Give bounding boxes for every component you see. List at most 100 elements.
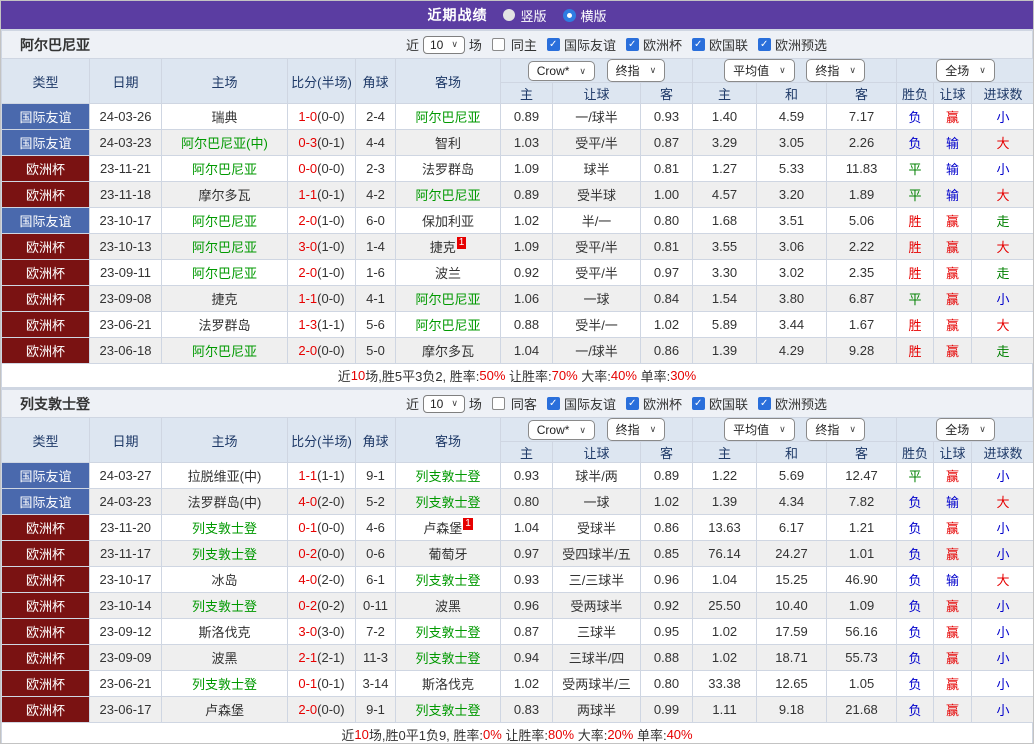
score: 0-3(0-1) <box>288 130 356 156</box>
avg-home: 1.27 <box>693 156 757 182</box>
avg-draw: 4.59 <box>757 104 827 130</box>
result-wdl: 平 <box>897 182 934 208</box>
comp-euroqual-checkbox[interactable] <box>758 397 771 410</box>
team-link: 列支敦士登 <box>415 651 480 666</box>
summary-text: 让胜率: <box>502 725 548 744</box>
avg-home: 1.22 <box>693 463 757 489</box>
home-team: 法罗群岛(中) <box>162 489 288 515</box>
bookmaker-dropdown[interactable]: Crow*∨ <box>528 420 595 440</box>
result-goals: 小 <box>972 541 1033 567</box>
avg-home: 13.63 <box>693 515 757 541</box>
odds-away: 0.86 <box>641 515 693 541</box>
match-type-badge: 国际友谊 <box>2 208 90 234</box>
team-link: 列支敦士登 <box>415 469 480 484</box>
match-type-badge: 欧洲杯 <box>2 156 90 182</box>
handicap-line: 一/球半 <box>553 338 641 364</box>
avg-home: 3.29 <box>693 130 757 156</box>
same-venue-label: 同主 <box>511 35 537 54</box>
comp-friendly-checkbox[interactable] <box>547 397 560 410</box>
corner-score: 4-6 <box>356 515 396 541</box>
corner-score: 0-6 <box>356 541 396 567</box>
comp-nationsleague-label: 欧国联 <box>709 394 748 413</box>
team-link: 法罗群岛(中) <box>188 495 262 510</box>
team-name: 阿尔巴尼亚 <box>2 35 90 55</box>
subcol-handicap: 让球 <box>553 83 641 104</box>
match-date: 23-06-21 <box>90 671 162 697</box>
subcol-handicap-result: 让球 <box>934 442 972 463</box>
handicap-line: 半/一 <box>553 208 641 234</box>
away-team: 列支敦士登 <box>396 645 501 671</box>
summary-text: 场,胜0平1负9, 胜率: <box>369 725 483 744</box>
team-link: 摩尔多瓦 <box>198 188 250 203</box>
odds-home: 0.97 <box>501 541 553 567</box>
col-corner: 角球 <box>356 59 396 104</box>
match-row: 欧洲杯23-06-21列支敦士登0-1(0-1)3-14斯洛伐克1.02受两球半… <box>2 671 1034 697</box>
subcol-avg-away: 客 <box>827 83 897 104</box>
match-row: 欧洲杯23-09-11阿尔巴尼亚2-0(1-0)1-6波兰0.92受平/半0.9… <box>2 260 1034 286</box>
match-type-badge: 欧洲杯 <box>2 338 90 364</box>
comp-friendly-checkbox[interactable] <box>547 38 560 51</box>
home-team: 列支敦士登 <box>162 515 288 541</box>
team-link: 阿尔巴尼亚 <box>192 162 257 177</box>
avg-away: 2.22 <box>827 234 897 260</box>
avg-home: 1.54 <box>693 286 757 312</box>
red-card-badge: 1 <box>457 237 467 249</box>
comp-nationsleague-checkbox[interactable] <box>692 38 705 51</box>
radio-selected-icon <box>563 9 576 22</box>
result-goals: 大 <box>972 312 1033 338</box>
result-handicap: 赢 <box>934 104 972 130</box>
average-dropdown[interactable]: 平均值∨ <box>724 418 795 441</box>
avg-draw: 4.29 <box>757 338 827 364</box>
corner-score: 4-1 <box>356 286 396 312</box>
layout-radio-horizontal[interactable]: 横版 <box>563 6 607 25</box>
comp-eurocup-checkbox[interactable] <box>626 397 639 410</box>
avg-away: 1.21 <box>827 515 897 541</box>
final-odds-dropdown-2[interactable]: 终指∨ <box>806 418 865 441</box>
same-venue-checkbox[interactable] <box>492 397 505 410</box>
match-count-select[interactable]: 10∨ <box>423 395 465 413</box>
comp-nationsleague-checkbox[interactable] <box>692 397 705 410</box>
layout-radio-vertical[interactable]: 竖版 <box>503 6 546 25</box>
avg-home: 1.04 <box>693 567 757 593</box>
result-goals: 走 <box>972 260 1033 286</box>
avg-away: 46.90 <box>827 567 897 593</box>
same-venue-checkbox[interactable] <box>492 38 505 51</box>
result-goals: 小 <box>972 671 1033 697</box>
subcol-avg-home: 主 <box>693 442 757 463</box>
match-type-badge: 欧洲杯 <box>2 234 90 260</box>
odds-home: 1.02 <box>501 208 553 234</box>
match-count-select[interactable]: 10∨ <box>423 36 465 54</box>
home-team: 阿尔巴尼亚 <box>162 338 288 364</box>
subcol-goals: 进球数 <box>972 442 1033 463</box>
comp-euroqual-checkbox[interactable] <box>758 38 771 51</box>
avg-away: 5.06 <box>827 208 897 234</box>
final-odds-dropdown[interactable]: 终指∨ <box>607 418 666 441</box>
match-row: 欧洲杯23-09-12斯洛伐克3-0(3-0)7-2列支敦士登0.87三球半0.… <box>2 619 1034 645</box>
comp-eurocup-checkbox[interactable] <box>626 38 639 51</box>
result-handicap: 赢 <box>934 463 972 489</box>
average-dropdowns: 平均值∨ 终指∨ <box>693 418 897 442</box>
average-dropdowns: 平均值∨ 终指∨ <box>693 59 897 83</box>
scope-dropdown[interactable]: 全场∨ <box>936 418 995 441</box>
col-corner: 角球 <box>356 418 396 463</box>
average-dropdown[interactable]: 平均值∨ <box>724 59 795 82</box>
comp-euroqual-label: 欧洲预选 <box>775 35 827 54</box>
record-summary: 近10场,胜0平1负9, 胜率:0% 让胜率:80% 大率:20% 单率:40% <box>1 723 1033 744</box>
scope-dropdown[interactable]: 全场∨ <box>936 59 995 82</box>
score: 2-0(1-0) <box>288 208 356 234</box>
match-date: 23-06-17 <box>90 697 162 723</box>
avg-draw: 3.80 <box>757 286 827 312</box>
result-goals: 大 <box>972 182 1033 208</box>
col-type: 类型 <box>2 418 90 463</box>
score: 4-0(2-0) <box>288 489 356 515</box>
bookmaker-dropdown[interactable]: Crow*∨ <box>528 61 595 81</box>
final-odds-dropdown[interactable]: 终指∨ <box>607 59 666 82</box>
final-odds-dropdown-2[interactable]: 终指∨ <box>806 59 865 82</box>
col-home: 主场 <box>162 418 288 463</box>
summary-text: 40% <box>611 368 637 383</box>
odds-home: 0.88 <box>501 312 553 338</box>
chevron-down-icon: ∨ <box>979 65 986 76</box>
match-row: 欧洲杯23-09-09波黑2-1(2-1)11-3列支敦士登0.94三球半/四0… <box>2 645 1034 671</box>
odds-away: 0.92 <box>641 593 693 619</box>
odds-home: 0.96 <box>501 593 553 619</box>
